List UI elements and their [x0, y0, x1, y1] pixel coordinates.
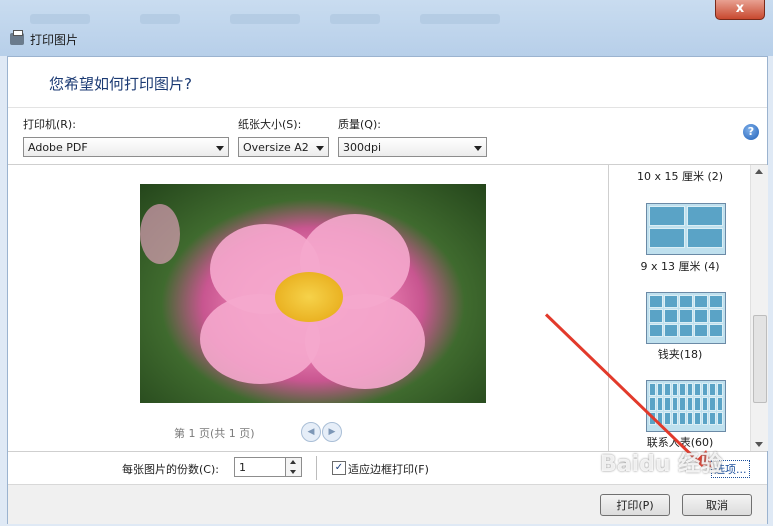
scroll-thumb[interactable] — [753, 315, 767, 403]
title-bar: x 打印图片 — [0, 0, 773, 56]
chevron-down-icon — [216, 146, 224, 151]
next-page-button[interactable]: ▶ — [322, 422, 342, 442]
scroll-down-icon[interactable] — [755, 442, 763, 447]
paper-size-value: Oversize A2 — [243, 141, 309, 154]
print-button[interactable]: 打印(P) — [600, 494, 670, 516]
printer-value: Adobe PDF — [28, 141, 88, 154]
close-icon: x — [735, 1, 745, 16]
window-title-text: 打印图片 — [30, 32, 79, 47]
layout-scrollbar[interactable] — [750, 165, 768, 451]
dialog-header: 您希望如何打印图片? — [8, 57, 767, 108]
layout-thumbnail-wallet[interactable] — [646, 292, 726, 344]
layout-item-label[interactable]: 10 x 15 厘米 (2) — [609, 168, 751, 184]
chevron-down-icon — [316, 146, 324, 151]
layout-item-label[interactable]: 9 x 13 厘米 (4) — [609, 258, 751, 274]
arrow-right-icon: ▶ — [328, 427, 336, 437]
page-info: 第 1 页(共 1 页) — [174, 427, 255, 440]
page-title: 您希望如何打印图片? — [49, 75, 192, 93]
blurred-background — [140, 14, 180, 24]
watermark: Baidu 经验 — [600, 452, 723, 477]
fit-to-frame-checkbox[interactable]: ✓ — [332, 461, 346, 475]
divider — [316, 456, 317, 480]
prev-page-button[interactable]: ◀ — [301, 422, 321, 442]
chevron-down-icon — [474, 146, 482, 151]
layout-list: 10 x 15 厘米 (2) 9 x 13 厘米 (4) 钱夹(18) 联系人表… — [608, 165, 768, 451]
copies-input[interactable]: 1 — [234, 457, 286, 477]
flower-petal — [140, 204, 180, 264]
photo-preview — [140, 184, 486, 403]
arrow-left-icon: ◀ — [307, 427, 315, 437]
paper-size-select[interactable]: Oversize A2 — [238, 137, 329, 157]
printer-icon — [10, 30, 24, 45]
quality-value: 300dpi — [343, 141, 382, 154]
printer-select[interactable]: Adobe PDF — [23, 137, 229, 157]
print-settings: 打印机(R): Adobe PDF 纸张大小(S): Oversize A2 质… — [8, 108, 767, 165]
copies-stepper[interactable] — [286, 457, 302, 477]
layout-item-label[interactable]: 钱夹(18) — [609, 346, 751, 362]
quality-select[interactable]: 300dpi — [338, 137, 487, 157]
blurred-background — [30, 14, 90, 24]
layout-thumbnail-9x13[interactable] — [646, 203, 726, 255]
blurred-background — [230, 14, 300, 24]
flower-center — [275, 272, 343, 322]
quality-label: 质量(Q): — [338, 118, 381, 131]
close-button[interactable]: x — [715, 0, 765, 20]
fit-to-frame-label[interactable]: 适应边框打印(F) — [348, 461, 429, 477]
copies-label: 每张图片的份数(C): — [122, 463, 219, 476]
scroll-up-icon[interactable] — [755, 169, 763, 174]
help-icon[interactable]: ? — [743, 124, 759, 140]
printer-label: 打印机(R): — [23, 118, 76, 131]
blurred-background — [330, 14, 380, 24]
blurred-background — [420, 14, 500, 24]
window-title: 打印图片 — [10, 30, 78, 48]
dialog-footer: 打印(P) 取消 — [8, 484, 767, 524]
paper-size-label: 纸张大小(S): — [238, 118, 302, 131]
print-preview: 第 1 页(共 1 页) ◀ ▶ — [9, 165, 607, 451]
cancel-button[interactable]: 取消 — [682, 494, 752, 516]
